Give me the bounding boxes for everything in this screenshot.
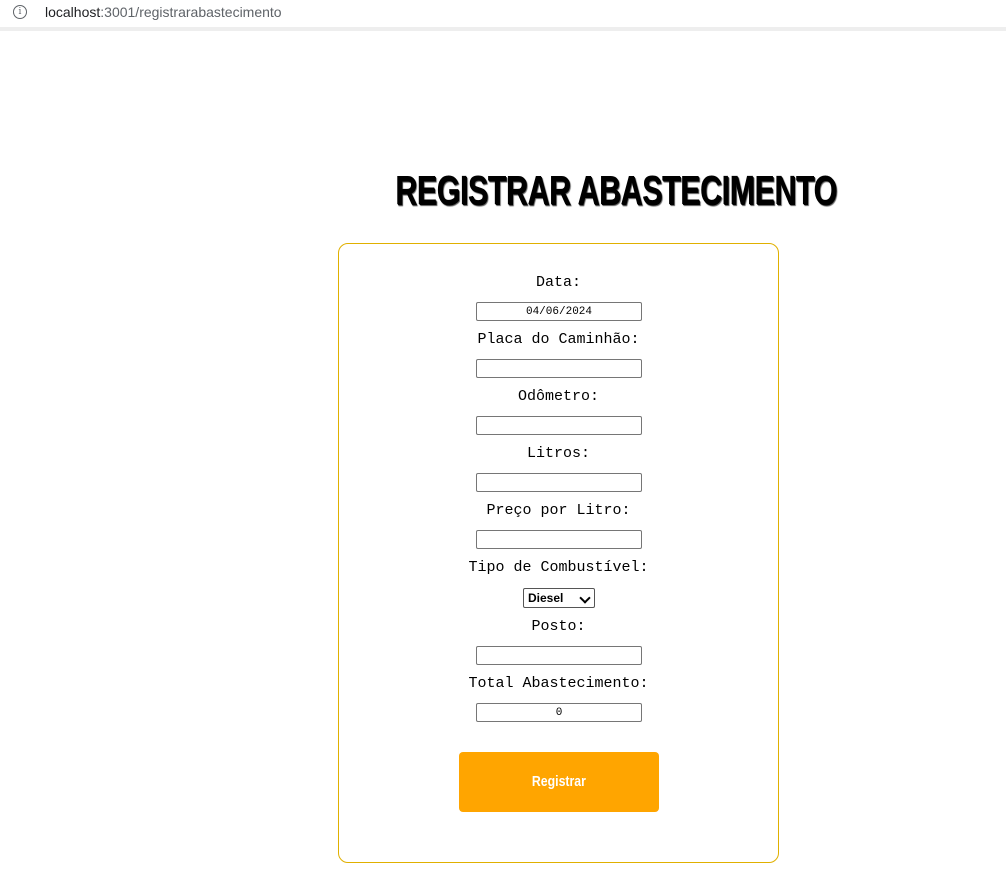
url-path: :3001/registrarabastecimento	[100, 4, 282, 20]
register-button-label: Registrar	[531, 773, 586, 790]
fuel-type-label: Tipo de Combustível:	[468, 559, 649, 576]
url-host: localhost	[45, 4, 101, 20]
odometer-label: Odômetro:	[517, 388, 599, 405]
liters-label: Litros:	[526, 445, 590, 462]
url-field[interactable]: localhost:3001/registrarabastecimento	[45, 4, 282, 21]
fuel-type-select[interactable]: Diesel	[523, 588, 595, 608]
truck-plate-input[interactable]	[476, 359, 642, 378]
browser-address-bar: i localhost:3001/registrarabastecimento	[0, 0, 1006, 31]
price-per-liter-label: Preço por Litro:	[486, 502, 631, 519]
price-per-liter-input[interactable]	[476, 530, 642, 549]
page-title: REGISTRAR ABASTECIMENTO	[395, 167, 837, 213]
station-label: Posto:	[531, 618, 586, 635]
refuel-form: Data: Placa do Caminhão: Odômetro: Litro…	[338, 243, 779, 863]
truck-plate-label: Placa do Caminhão:	[477, 331, 640, 348]
liters-input[interactable]	[476, 473, 642, 492]
register-button[interactable]: Registrar	[459, 752, 659, 812]
chevron-down-icon	[579, 592, 591, 604]
date-input[interactable]	[476, 302, 642, 321]
station-input[interactable]	[476, 646, 642, 665]
total-input[interactable]	[476, 703, 642, 722]
odometer-input[interactable]	[476, 416, 642, 435]
fuel-type-selected: Diesel	[528, 591, 564, 605]
date-label: Data:	[535, 274, 581, 291]
site-info-icon[interactable]: i	[13, 5, 27, 19]
total-label: Total Abastecimento:	[468, 675, 649, 692]
